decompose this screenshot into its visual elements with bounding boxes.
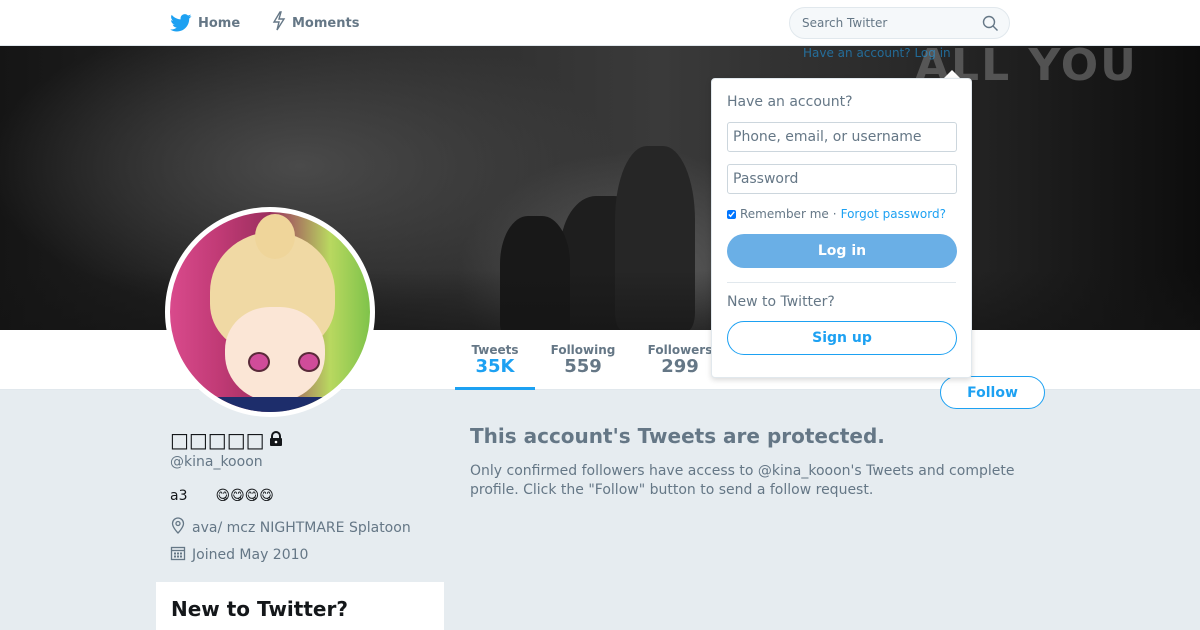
location-text: ava/ mcz NIGHTMARE Splatoon (192, 519, 411, 536)
joined-text: Joined May 2010 (192, 547, 309, 563)
new-to-twitter-label: New to Twitter? (727, 294, 835, 310)
search-icon[interactable] (982, 15, 999, 36)
profile-location: ava/ mcz NIGHTMARE Splatoon (170, 517, 411, 538)
remember-checkbox[interactable] (727, 209, 736, 219)
profile-handle[interactable]: @kina_kooon (170, 454, 263, 470)
protected-title: This account's Tweets are protected. (470, 424, 885, 448)
stat-tweets[interactable]: Tweets 35K (455, 330, 535, 390)
location-icon (170, 517, 186, 538)
search-box (789, 7, 1010, 39)
remember-row: Remember me · Forgot password? (727, 207, 956, 221)
avatar-collar (190, 397, 360, 412)
avatar-eye (298, 352, 320, 372)
signup-card-title: New to Twitter? (171, 597, 348, 621)
signup-card: New to Twitter? (156, 582, 444, 630)
password-field[interactable] (727, 164, 957, 194)
lock-icon (268, 428, 284, 452)
bird-icon (170, 14, 192, 32)
forgot-password-link[interactable]: Forgot password? (841, 207, 946, 221)
profile-bio: a3 😋😋😋😋 (170, 488, 274, 504)
avatar[interactable] (165, 207, 375, 417)
dropdown-divider (727, 282, 956, 283)
stat-value: 35K (475, 356, 515, 377)
signup-button[interactable]: Sign up (727, 321, 957, 355)
login-dropdown: Have an account? Remember me · Forgot pa… (711, 78, 972, 378)
login-button[interactable]: Log in (727, 234, 957, 268)
separator: · (832, 207, 837, 221)
top-navigation: Home Moments (0, 0, 1200, 46)
nav-home-label: Home (198, 15, 241, 31)
stat-label: Following (550, 343, 616, 357)
nav-moments[interactable]: Moments (272, 0, 359, 46)
login-toggle-link[interactable]: Have an account? Log in (803, 46, 951, 60)
nav-moments-label: Moments (292, 15, 360, 31)
stat-value: 559 (564, 356, 602, 377)
protected-body: Only confirmed followers have access to … (470, 463, 1015, 498)
nav-home[interactable]: Home (170, 0, 240, 46)
follow-button[interactable]: Follow (940, 376, 1045, 409)
username-field[interactable] (727, 122, 957, 152)
lightning-icon (272, 11, 286, 35)
stat-following[interactable]: Following 559 (543, 330, 623, 390)
login-title: Have an account? (727, 94, 853, 110)
avatar-eye (248, 352, 270, 372)
profile-name: □□□□□ (170, 428, 284, 452)
stat-label: Followers (647, 343, 713, 357)
stat-value: 299 (661, 356, 699, 377)
avatar-bun (255, 214, 295, 259)
remember-label[interactable]: Remember me (740, 207, 829, 221)
stat-followers[interactable]: Followers 299 (640, 330, 720, 390)
display-name[interactable]: □□□□□ (170, 428, 264, 452)
calendar-icon (170, 545, 186, 565)
search-input[interactable] (790, 8, 1009, 38)
stat-label: Tweets (471, 343, 519, 357)
profile-joined: Joined May 2010 (170, 545, 308, 565)
